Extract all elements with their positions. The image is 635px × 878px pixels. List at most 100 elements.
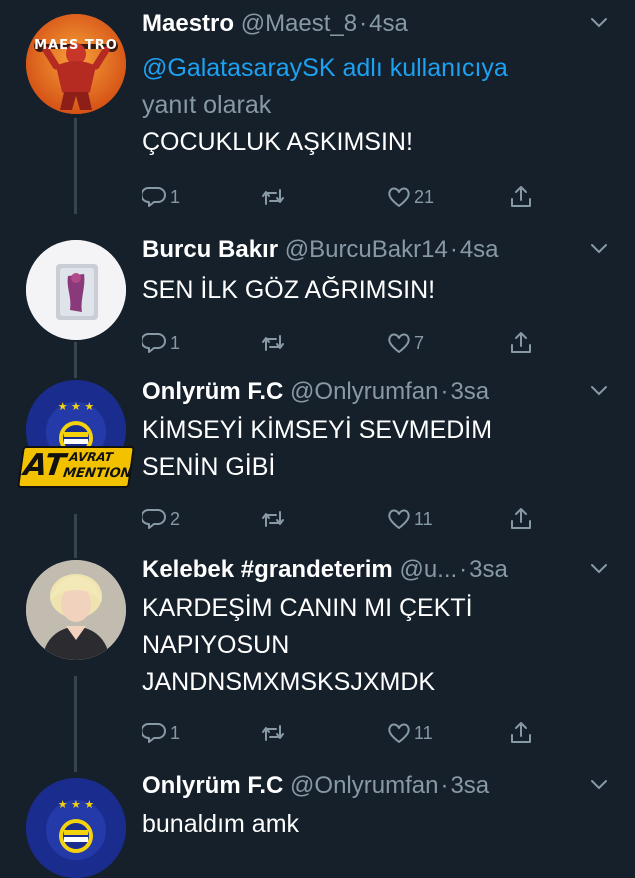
author-name[interactable]: Kelebek #grandeterim — [142, 556, 393, 583]
tweet[interactable]: Kelebek #grandeterim @u...·3sa KARDEŞİM … — [0, 550, 635, 760]
tweet-text: bunaldım amk — [142, 806, 299, 843]
tweet-header: Burcu Bakır @BurcuBakr14·4sa — [142, 230, 499, 270]
retweet-button[interactable] — [260, 180, 288, 214]
like-button[interactable]: 11 — [386, 502, 433, 536]
chevron-down-icon[interactable] — [589, 774, 609, 794]
mention-link[interactable]: @GalatasaraySK adlı kullanıcıya — [142, 54, 508, 82]
profile-photo-icon — [26, 240, 126, 340]
reply-button[interactable]: 2 — [142, 502, 180, 536]
author-handle[interactable]: @Onlyrumfan — [290, 378, 438, 405]
svg-text:★ ★ ★: ★ ★ ★ — [58, 798, 95, 811]
svg-text:★ ★ ★: ★ ★ ★ — [58, 400, 95, 413]
author-handle[interactable]: @u... — [399, 556, 457, 583]
share-icon — [511, 332, 531, 353]
timestamp[interactable]: 3sa — [450, 378, 489, 405]
separator-dot: · — [440, 772, 449, 799]
timestamp[interactable]: 4sa — [460, 236, 499, 263]
author-handle[interactable]: @BurcuBakr14 — [285, 236, 448, 263]
reply-count: 1 — [170, 186, 181, 207]
watermark-top-text: AVRAT — [68, 450, 114, 464]
watermark-logo: AT AVRAT MENTION — [17, 446, 135, 488]
chevron-down-icon[interactable] — [589, 380, 609, 400]
author-handle[interactable]: @Onlyrumfan — [290, 772, 438, 799]
tweet[interactable]: MAES TRO Maestro @Maest_8·4sa @Galatasar… — [0, 4, 635, 214]
share-icon — [511, 508, 531, 529]
tweet-line: ÇOCUKLUK AŞKIMSIN! — [142, 128, 413, 156]
tweet-actions: 1 11 — [142, 716, 562, 750]
reply-count: 1 — [170, 332, 181, 353]
tweet-text: KİMSEYİ KİMSEYİ SEVMEDİM SENİN GİBİ — [142, 412, 492, 486]
tweet-line: NAPIYOSUN — [142, 631, 290, 659]
reply-count: 2 — [170, 508, 181, 529]
reply-icon — [142, 723, 166, 743]
retweet-button[interactable] — [260, 502, 288, 536]
avatar[interactable] — [26, 240, 126, 340]
like-button[interactable]: 21 — [386, 180, 434, 214]
fenerbahce-logo-icon: ★ ★ ★ — [26, 778, 126, 878]
tweet[interactable]: ★ ★ ★ AT AVRAT MENTION Onlyrüm F.C @Only… — [0, 372, 635, 542]
watermark-big-text: AT — [21, 448, 68, 483]
author-handle[interactable]: @Maest_8 — [241, 10, 357, 37]
reply-button[interactable]: 1 — [142, 716, 180, 750]
tweet[interactable]: ★ ★ ★ Onlyrüm F.C @Onlyrumfan·3sa bunald… — [0, 766, 635, 878]
like-count: 21 — [414, 186, 435, 207]
tweet-header: Onlyrüm F.C @Onlyrumfan·3sa — [142, 766, 489, 806]
reply-button[interactable]: 1 — [142, 326, 180, 360]
timestamp[interactable]: 3sa — [450, 772, 489, 799]
heart-icon — [388, 187, 410, 207]
reply-icon — [142, 333, 166, 353]
tweet-header: Onlyrüm F.C @Onlyrumfan·3sa — [142, 372, 489, 412]
tweet-actions: 1 7 — [142, 326, 562, 360]
share-button[interactable] — [508, 716, 534, 750]
tweet-line: KİMSEYİ KİMSEYİ SEVMEDİM — [142, 416, 493, 444]
retweet-button[interactable] — [260, 326, 288, 360]
tweet-actions: 1 21 — [142, 180, 562, 214]
chevron-down-icon[interactable] — [589, 558, 609, 578]
avatar[interactable] — [26, 560, 126, 660]
reply-button[interactable]: 1 — [142, 180, 180, 214]
separator-dot: · — [359, 10, 368, 37]
tweet-line: bunaldım amk — [142, 810, 300, 838]
like-button[interactable]: 7 — [386, 326, 424, 360]
profile-photo-icon — [26, 560, 126, 660]
heart-icon — [388, 333, 410, 353]
chevron-down-icon[interactable] — [589, 12, 609, 32]
timestamp[interactable]: 3sa — [469, 556, 508, 583]
heart-icon — [388, 509, 410, 529]
share-button[interactable] — [508, 326, 534, 360]
reply-icon — [142, 509, 166, 529]
chevron-down-icon[interactable] — [589, 238, 609, 258]
avatar-logo-text: MAES TRO — [34, 38, 118, 53]
reply-icon — [142, 187, 166, 207]
retweet-button[interactable] — [260, 716, 288, 750]
share-button[interactable] — [508, 502, 534, 536]
tweet[interactable]: Burcu Bakır @BurcuBakr14·4sa SEN İLK GÖZ… — [0, 230, 635, 380]
tweet-text: @GalatasaraySK adlı kullanıcıya yanıt ol… — [142, 50, 508, 161]
tweet-line: KARDEŞİM CANIN MI ÇEKTİ — [142, 594, 473, 622]
author-name[interactable]: Onlyrüm F.C — [142, 772, 283, 799]
reply-to-line: @GalatasaraySK adlı kullanıcıya — [142, 50, 508, 87]
watermark-bottom-text: MENTION — [62, 466, 133, 481]
maestro-logo-icon — [26, 14, 126, 114]
tweet-text: SEN İLK GÖZ AĞRIMSIN! — [142, 272, 435, 309]
timestamp[interactable]: 4sa — [369, 10, 408, 37]
heart-icon — [388, 723, 410, 743]
author-name[interactable]: Maestro — [142, 10, 234, 37]
retweet-icon — [262, 189, 284, 205]
retweet-icon — [262, 335, 284, 351]
avatar[interactable]: ★ ★ ★ — [26, 778, 126, 878]
avatar[interactable]: MAES TRO — [26, 14, 126, 114]
like-count: 11 — [414, 508, 433, 529]
like-button[interactable]: 11 — [386, 716, 433, 750]
author-name[interactable]: Onlyrüm F.C — [142, 378, 283, 405]
like-count: 7 — [414, 332, 425, 353]
retweet-icon — [262, 725, 284, 741]
tweet-line: SENİN GİBİ — [142, 453, 276, 481]
tweet-line: JANDNSMXMSKSJXMDK — [142, 668, 436, 696]
separator-dot: · — [459, 556, 468, 583]
share-button[interactable] — [508, 180, 534, 214]
tweet-actions: 2 11 — [142, 502, 562, 536]
tweet-header: Maestro @Maest_8·4sa — [142, 4, 408, 44]
separator-dot: · — [449, 236, 458, 263]
author-name[interactable]: Burcu Bakır — [142, 236, 278, 263]
